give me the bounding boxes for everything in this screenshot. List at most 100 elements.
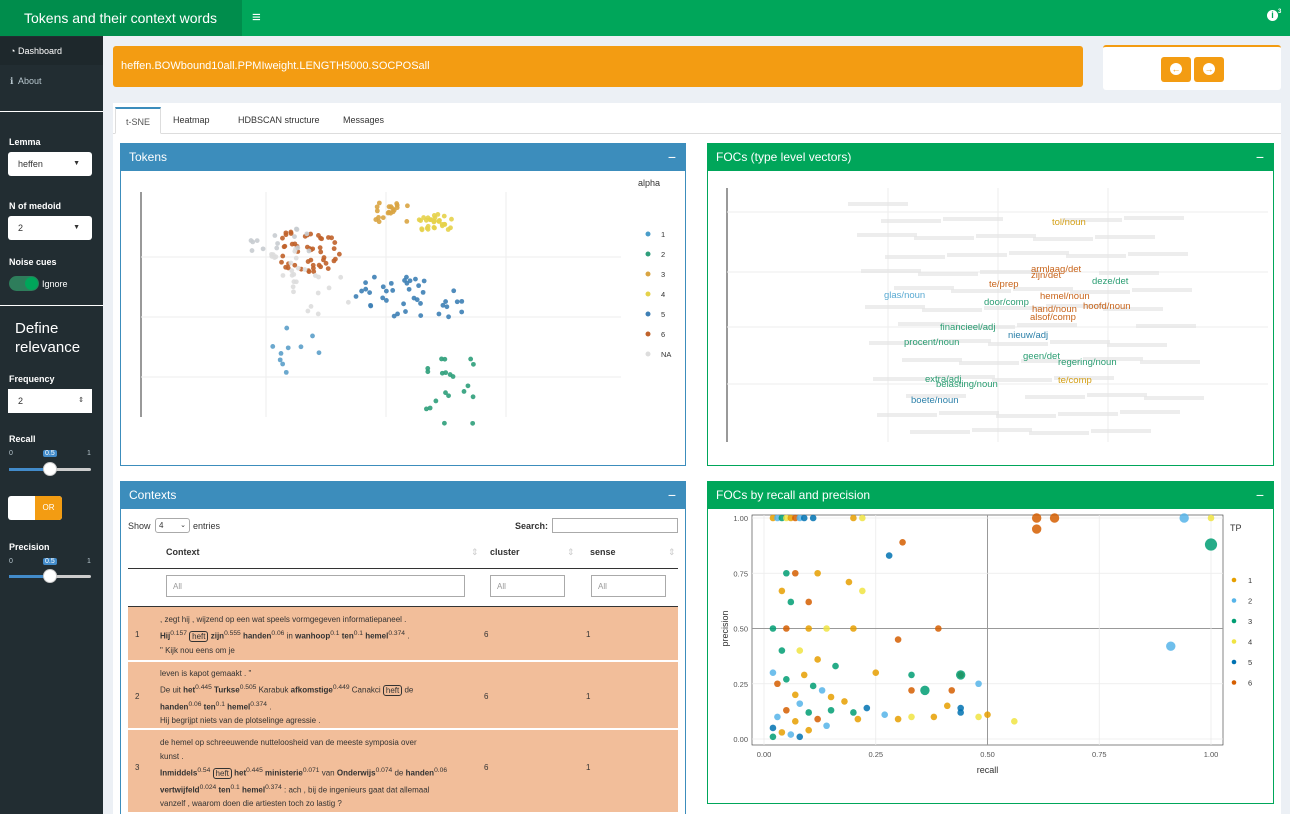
x-tick-label: 0.50 [980,750,995,759]
data-point [769,724,777,732]
column-context[interactable]: Context [166,547,200,557]
sidebar-item-dashboard[interactable]: ◔ Dashboard [0,37,103,65]
spinner-icon[interactable]: ⇕ [78,389,84,413]
token-point [289,268,295,274]
token-point [405,203,410,209]
sidebar-item-label: Dashboard [17,46,62,56]
background-word [1099,271,1159,275]
toggle-knob [25,277,38,290]
column-cluster[interactable]: cluster [490,547,520,557]
data-point [850,514,857,522]
context-line: de hemel op schreeuwende nutteloosheid v… [160,738,417,747]
menu-toggle-icon[interactable]: ≡ [252,9,261,26]
cluster-cell: 6 [484,630,489,639]
data-point [783,569,790,577]
foc-label: boete/noun [911,395,959,406]
token-point [368,302,373,308]
collapse-button[interactable]: − [1256,482,1264,509]
context-line: leven is kapot gemaakt . " [160,669,252,678]
recall-precision-plot[interactable]: 0.00 0.00 0.25 0.25 0.50 0.50 0.75 0.75 1.00 1.00… [708,510,1273,803]
search-input[interactable] [552,518,678,533]
filter-sense[interactable]: All [591,575,666,597]
tab-heatmap[interactable]: Heatmap [163,107,220,134]
slider-handle[interactable] [43,569,57,583]
background-word [1009,251,1069,255]
filter-context[interactable]: All [166,575,465,597]
context-text: leven is kapot gemaakt . " De uit het0.4… [160,667,470,728]
legend-dot [645,291,651,297]
collapse-button[interactable]: − [1256,144,1264,171]
slider-max: 1 [87,450,91,457]
context-line: , zegt hij , wijzend op een wat speels v… [160,615,407,624]
token-point [292,234,297,239]
sort-icon: ⇕ [471,547,479,557]
x-tick-label: 0.25 [868,750,883,759]
table-row[interactable]: 2 leven is kapot gemaakt . " De uit het0… [128,662,678,729]
legend-label: 6 [1248,679,1252,688]
token-point [367,290,373,296]
frequency-input[interactable]: 2 ⇕ [8,389,92,413]
legend-dot [1231,659,1237,665]
sidebar-item-about[interactable]: ℹ About [0,67,103,95]
slider-handle[interactable] [43,462,57,476]
tab-tsne[interactable]: t-SNE [115,107,162,134]
next-model-button[interactable]: → [1194,57,1224,82]
foc-label: hoofd/noun [1083,301,1131,312]
table-row[interactable]: 1 , zegt hij , wijzend op een wat speels… [128,607,678,661]
token-point [293,255,299,261]
token-point [363,280,368,286]
recall-precision-or-toggle[interactable]: OR [8,496,62,520]
token-point [308,257,314,263]
info-icon[interactable]: i3 [1267,9,1281,21]
token-point [288,229,294,235]
tab-hdbscan[interactable]: HDBSCAN structure [228,107,330,134]
background-word [861,269,921,273]
token-point [376,200,382,206]
focs-plot[interactable]: tol/nounarmlaag/detzijn/detdeze/dette/pr… [708,172,1273,465]
data-point [774,713,781,721]
collapse-button[interactable]: − [668,482,676,509]
entries-select[interactable]: 4 ⌄ [155,518,190,533]
token-point [427,405,433,411]
collapse-button[interactable]: − [668,144,676,171]
background-word [1107,343,1167,347]
caret-down-icon: ▼ [73,160,80,167]
data-point [778,587,786,595]
sense-cell: 1 [586,692,591,701]
data-point [975,680,982,688]
previous-model-button[interactable]: ← [1161,57,1191,82]
lemma-select[interactable]: heffen ▼ [8,152,92,176]
app-title: Tokens and their context words [0,0,242,36]
filter-cluster[interactable]: All [490,575,565,597]
slider-value: 0.5 [43,450,57,457]
row-number: 3 [135,763,140,772]
data-point [778,729,786,736]
column-sense[interactable]: sense [590,547,616,557]
token-point [284,325,290,331]
token-point [336,251,342,257]
token-point [403,309,408,314]
medoid-select[interactable]: 2 ▼ [8,216,92,240]
tokens-tsne-plot[interactable]: alpha 1 2 3 4 5 6 NA [121,172,685,465]
token-point [441,213,447,219]
tab-messages[interactable]: Messages [333,107,394,134]
y-tick-label: 0.25 [733,680,748,689]
context-line: vanzelf , waarom doen die artiesten toch… [160,799,342,809]
data-point [823,722,830,730]
context-line: Inmiddels0.54 heft het0.445 ministerie0.… [160,767,448,779]
token-point [436,311,442,317]
noise-toggle[interactable] [9,276,39,291]
header-rule [128,568,678,569]
sidebar: ◔ Dashboard ℹ About Lemma heffen ▼ N of m… [0,36,103,814]
background-word [865,305,925,309]
token-point [331,246,337,252]
data-point [948,687,956,694]
data-point [863,704,871,712]
token-point [451,288,457,294]
table-row[interactable]: 3 de hemel op schreeuwende nutteloosheid… [128,730,678,812]
background-word [1140,360,1200,364]
background-word [885,255,945,259]
foc-label: belasting/noun [936,379,998,390]
foc-label: geen/det [1023,351,1060,362]
data-point [783,625,790,632]
